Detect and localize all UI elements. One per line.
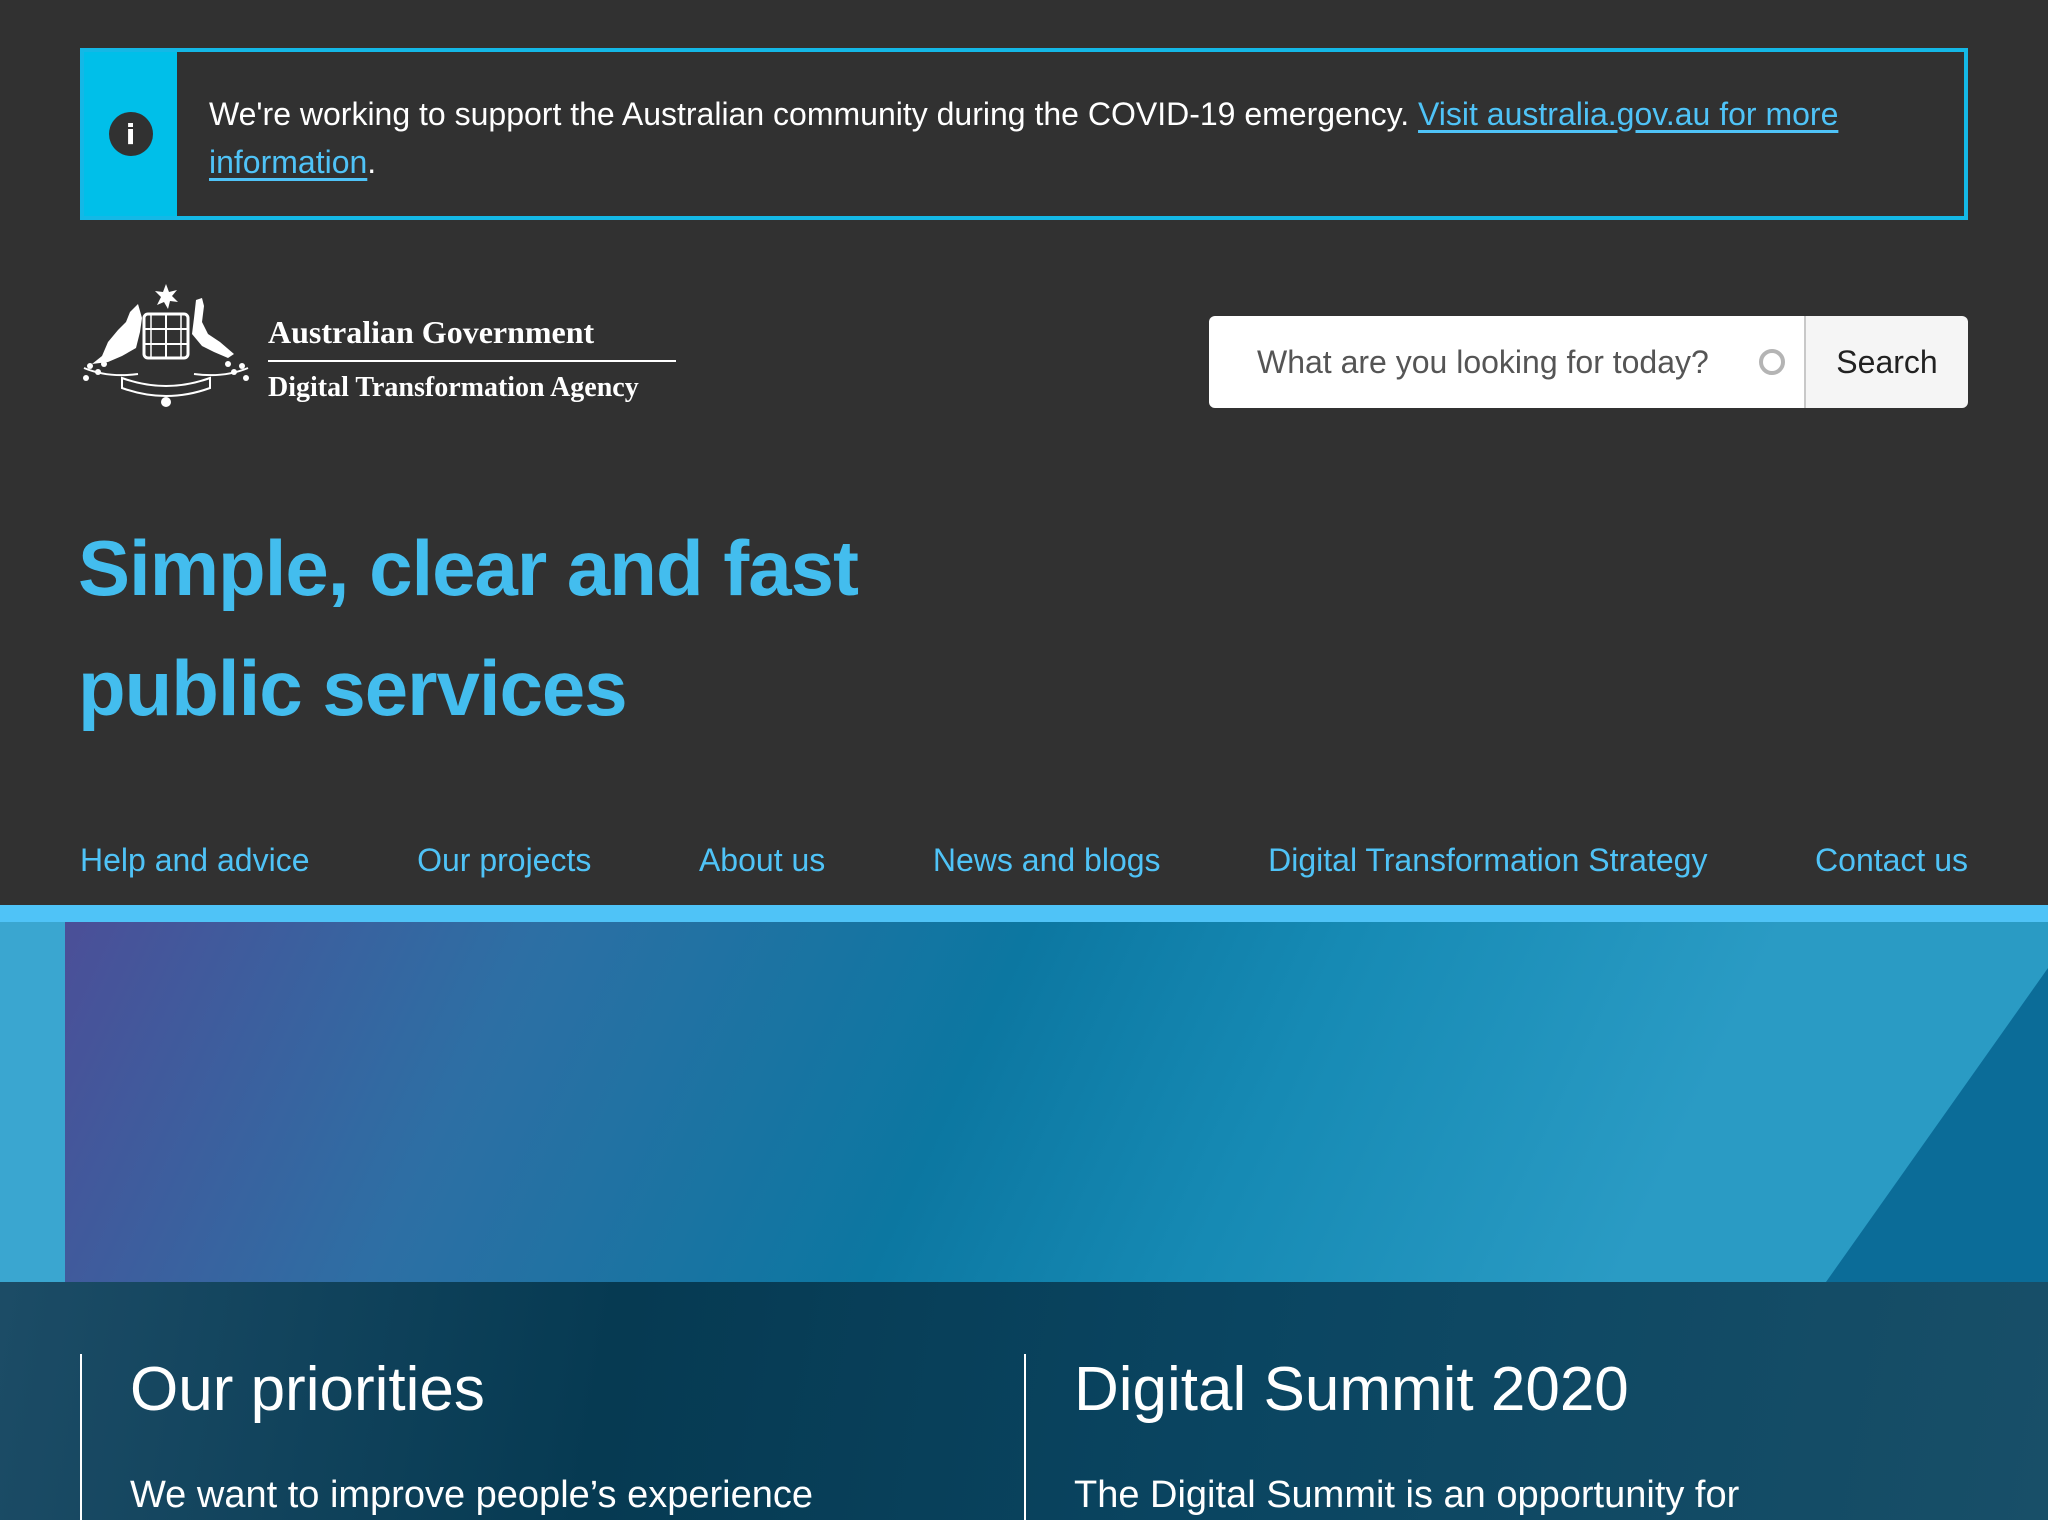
- card-our-priorities[interactable]: Our priorities We want to improve people…: [80, 1354, 960, 1520]
- brand-line-government: Australian Government: [268, 314, 595, 350]
- card-title[interactable]: Digital Summit 2020: [1074, 1354, 1924, 1426]
- card-text: We want to improve people’s experience: [130, 1474, 813, 1516]
- card-text: The Digital Summit is an opportunity for: [1074, 1474, 1740, 1516]
- info-icon: i: [108, 112, 153, 156]
- coat-of-arms-icon: [83, 284, 249, 407]
- nav-item-our-projects[interactable]: Our projects: [417, 842, 591, 879]
- brand-line-agency: Digital Transformation Agency: [268, 372, 639, 403]
- alert-icon-column: i: [84, 52, 177, 216]
- nav-underline-bar: [0, 905, 2048, 922]
- search-button[interactable]: Search: [1804, 316, 1968, 408]
- nav-item-help-and-advice[interactable]: Help and advice: [80, 842, 309, 879]
- nav-item-contact-us[interactable]: Contact us: [1815, 842, 1968, 879]
- nav-item-news-and-blogs[interactable]: News and blogs: [933, 842, 1161, 879]
- page: i We're working to support the Australia…: [0, 0, 2048, 1520]
- main-nav: Help and advice Our projects About us Ne…: [80, 836, 1968, 884]
- alert-message-text: We're working to support the Australian …: [209, 96, 1419, 132]
- page-title: Simple, clear and fast public services: [78, 524, 859, 732]
- search-input[interactable]: [1209, 316, 1804, 408]
- alert-message-suffix: .: [367, 144, 377, 180]
- nav-item-about-us[interactable]: About us: [699, 842, 825, 879]
- brand-divider: [268, 360, 676, 362]
- site-search: Search: [1209, 316, 1968, 408]
- banner-triangle-shape: [1826, 968, 2048, 1282]
- dta-logo-link[interactable]: Australian Government Digital Transforma…: [78, 282, 678, 412]
- card-digital-summit[interactable]: Digital Summit 2020 The Digital Summit i…: [1024, 1354, 1924, 1520]
- hero-banner: [0, 922, 2048, 1282]
- nav-item-digital-transformation-strategy[interactable]: Digital Transformation Strategy: [1268, 842, 1707, 879]
- alert-message: We're working to support the Australian …: [177, 52, 1964, 216]
- covid-alert: i We're working to support the Australia…: [80, 48, 1968, 220]
- card-title[interactable]: Our priorities: [130, 1354, 960, 1426]
- loading-spinner-icon: [1759, 349, 1785, 375]
